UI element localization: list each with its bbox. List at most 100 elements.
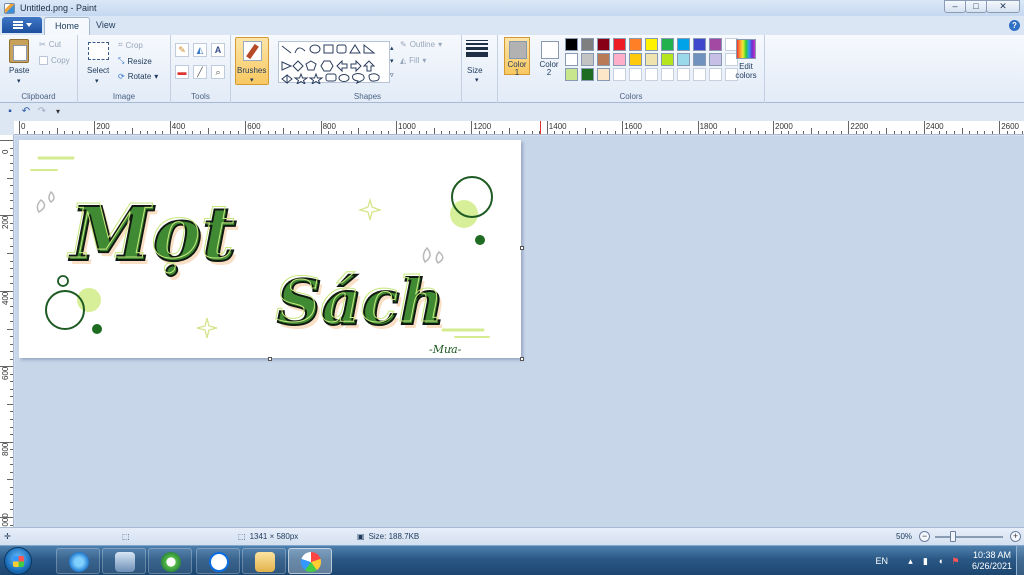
ruler-tick bbox=[177, 131, 179, 134]
palette-swatch[interactable] bbox=[645, 38, 658, 51]
resize-button[interactable]: ⤡ Resize bbox=[118, 56, 152, 66]
palette-swatch[interactable] bbox=[709, 38, 722, 51]
taskbar-zalo[interactable] bbox=[196, 548, 240, 574]
copy-button[interactable]: Copy bbox=[39, 56, 70, 65]
customize-toolbar-icon[interactable]: ▾ bbox=[53, 107, 63, 117]
paint-menu-button[interactable] bbox=[2, 17, 42, 33]
rotate-button[interactable]: ⟳ Rotate ▾ bbox=[118, 72, 158, 81]
clipboard-icon[interactable] bbox=[9, 39, 29, 63]
maximize-button[interactable]: □ bbox=[965, 0, 987, 13]
eraser-icon[interactable]: ▬ bbox=[175, 65, 189, 79]
fill-button[interactable]: ◭ Fill ▾ bbox=[400, 56, 426, 65]
zoom-slider-thumb[interactable] bbox=[950, 531, 956, 542]
palette-swatch[interactable] bbox=[629, 53, 642, 66]
select-icon[interactable] bbox=[88, 42, 109, 60]
magnifier-icon[interactable]: ⌕ bbox=[211, 65, 225, 79]
show-desktop-button[interactable] bbox=[1016, 546, 1024, 575]
action-center-icon[interactable]: ⚑ bbox=[951, 556, 960, 566]
show-hidden-icons-icon[interactable]: ▴ bbox=[906, 556, 915, 566]
palette-swatch[interactable] bbox=[645, 68, 658, 81]
color-picker-icon[interactable]: ╱ bbox=[193, 65, 207, 79]
palette-swatch[interactable] bbox=[629, 38, 642, 51]
save-icon[interactable]: ▪ bbox=[5, 107, 15, 117]
drawing-canvas[interactable]: Mọt Mọt Mọt Sách Sách Sách -Mưa- bbox=[19, 140, 521, 358]
palette-swatch[interactable] bbox=[645, 53, 658, 66]
tab-home[interactable]: Home bbox=[44, 17, 91, 35]
palette-swatch[interactable] bbox=[709, 68, 722, 81]
taskbar-paint[interactable] bbox=[288, 548, 332, 574]
shapes-scroll-down-icon[interactable]: ▾ bbox=[390, 57, 394, 65]
paste-button[interactable]: Paste bbox=[9, 66, 29, 75]
palette-swatch[interactable] bbox=[709, 53, 722, 66]
network-signal-icon[interactable]: ▮ bbox=[921, 556, 930, 566]
palette-swatch[interactable] bbox=[661, 53, 674, 66]
taskbar-file-explorer[interactable] bbox=[242, 548, 286, 574]
palette-swatch[interactable] bbox=[565, 53, 578, 66]
palette-swatch[interactable] bbox=[661, 68, 674, 81]
canvas-workspace[interactable]: Mọt Mọt Mọt Sách Sách Sách -Mưa- bbox=[15, 136, 1024, 527]
paste-dropdown-icon[interactable]: ▾ bbox=[17, 77, 21, 85]
palette-swatch[interactable] bbox=[677, 38, 690, 51]
edit-colors-button[interactable]: Edit colors bbox=[733, 39, 759, 80]
ruler-tick bbox=[0, 441, 13, 443]
ruler-tick bbox=[810, 128, 812, 134]
color2-button[interactable]: Color 2 bbox=[536, 37, 562, 77]
palette-swatch[interactable] bbox=[677, 53, 690, 66]
minimize-button[interactable]: – bbox=[944, 0, 966, 13]
redo-icon[interactable]: ↷ bbox=[37, 107, 47, 117]
palette-swatch[interactable] bbox=[677, 68, 690, 81]
palette-swatch[interactable] bbox=[613, 38, 626, 51]
palette-swatch[interactable] bbox=[629, 68, 642, 81]
clock[interactable]: 10:38 AM 6/26/2021 bbox=[972, 550, 1012, 572]
taskbar-internet-explorer[interactable] bbox=[56, 548, 100, 574]
shapes-expand-icon[interactable]: ▿ bbox=[390, 71, 394, 79]
palette-swatch[interactable] bbox=[613, 68, 626, 81]
select-button[interactable]: Select bbox=[87, 66, 109, 75]
shapes-gallery[interactable] bbox=[278, 41, 390, 86]
ruler-label: 2400 bbox=[925, 122, 944, 131]
help-icon[interactable]: ? bbox=[1009, 20, 1020, 31]
palette-swatch[interactable] bbox=[661, 38, 674, 51]
zoom-slider[interactable] bbox=[935, 536, 1003, 538]
paint-app-icon[interactable] bbox=[4, 2, 15, 14]
cut-button[interactable]: ✂ Cut bbox=[39, 40, 61, 49]
taskbar-coccoc[interactable] bbox=[148, 548, 192, 574]
palette-swatch[interactable] bbox=[565, 68, 578, 81]
palette-swatch[interactable] bbox=[581, 38, 594, 51]
shapes-scroll-up-icon[interactable]: ▴ bbox=[390, 44, 394, 52]
start-button[interactable] bbox=[4, 547, 32, 575]
close-button[interactable]: ✕ bbox=[986, 0, 1020, 13]
size-button[interactable]: Size bbox=[467, 66, 483, 75]
outline-button[interactable]: ✎ Outline ▾ bbox=[400, 40, 442, 49]
palette-swatch[interactable] bbox=[597, 38, 610, 51]
palette-swatch[interactable] bbox=[693, 38, 706, 51]
tab-view[interactable]: View bbox=[86, 17, 125, 35]
zoom-out-button[interactable]: − bbox=[919, 531, 930, 542]
volume-icon[interactable]: ◖ bbox=[936, 556, 945, 566]
size-icon[interactable] bbox=[466, 40, 488, 62]
crop-button[interactable]: ⌗ Crop bbox=[118, 40, 143, 50]
size-dropdown-icon[interactable]: ▾ bbox=[475, 76, 479, 84]
palette-swatch[interactable] bbox=[693, 68, 706, 81]
palette-swatch[interactable] bbox=[597, 53, 610, 66]
palette-swatch[interactable] bbox=[581, 53, 594, 66]
palette-swatch[interactable] bbox=[565, 38, 578, 51]
palette-swatch[interactable] bbox=[693, 53, 706, 66]
palette-swatch[interactable] bbox=[581, 68, 594, 81]
select-dropdown-icon[interactable]: ▾ bbox=[95, 77, 99, 85]
text-tool-icon[interactable]: A bbox=[211, 43, 225, 57]
resize-handle-corner[interactable] bbox=[520, 357, 524, 361]
color1-button[interactable]: Color 1 bbox=[504, 37, 530, 77]
fill-bucket-icon[interactable]: ◭ bbox=[193, 43, 207, 57]
brushes-dropdown-icon: ▾ bbox=[250, 77, 254, 84]
taskbar-network[interactable] bbox=[102, 548, 146, 574]
language-indicator[interactable]: EN bbox=[875, 556, 888, 566]
palette-swatch[interactable] bbox=[597, 68, 610, 81]
brushes-button[interactable]: Brushes ▾ bbox=[235, 37, 269, 85]
pencil-icon[interactable]: ✎ bbox=[175, 43, 189, 57]
palette-swatch[interactable] bbox=[613, 53, 626, 66]
undo-icon[interactable]: ↶ bbox=[21, 107, 31, 117]
resize-handle-right[interactable] bbox=[520, 246, 524, 250]
resize-handle-bottom[interactable] bbox=[268, 357, 272, 361]
zoom-in-button[interactable]: + bbox=[1010, 531, 1021, 542]
